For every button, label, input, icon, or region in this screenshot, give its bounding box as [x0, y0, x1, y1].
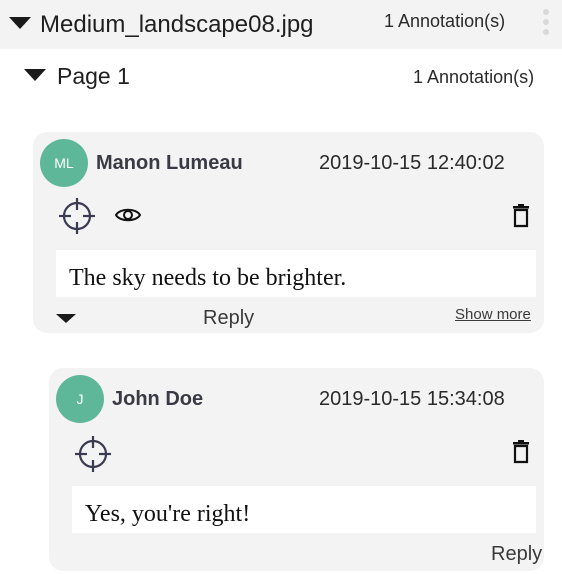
file-name: Medium_landscape08.jpg — [40, 11, 314, 38]
author-name: Manon Lumeau — [96, 152, 243, 174]
reply-button[interactable]: Reply — [203, 306, 254, 330]
trash-icon[interactable] — [512, 440, 530, 464]
reply-button[interactable]: Reply — [491, 542, 542, 566]
reply-card[interactable]: J John Doe 2019-10-15 15:34:08 Yes, you'… — [49, 368, 544, 571]
avatar: ML — [40, 139, 88, 187]
timestamp: 2019-10-15 15:34:08 — [319, 388, 505, 410]
chevron-down-icon[interactable] — [56, 314, 76, 323]
chevron-down-icon[interactable] — [9, 17, 31, 29]
annotation-card[interactable]: ML Manon Lumeau 2019-10-15 12:40:02 The … — [33, 132, 544, 333]
file-annotation-count: 1 Annotation(s) — [384, 11, 506, 31]
eye-icon[interactable] — [115, 206, 141, 224]
comment-body: The sky needs to be brighter. — [69, 265, 347, 291]
chevron-down-icon[interactable] — [24, 69, 46, 81]
page-label[interactable]: Page 1 — [57, 62, 130, 90]
file-header[interactable]: Medium_landscape08.jpg 1 Annotation(s) — [0, 0, 562, 49]
more-options-icon[interactable] — [540, 9, 552, 41]
page-annotation-count: 1 Annotation(s) — [413, 67, 535, 87]
comment-body: Yes, you're right! — [85, 501, 251, 527]
crosshair-icon[interactable] — [58, 197, 96, 235]
trash-icon[interactable] — [512, 204, 530, 228]
comment-text: The sky needs to be brighter. — [56, 250, 536, 297]
author-name: John Doe — [112, 388, 204, 410]
avatar: J — [56, 375, 104, 423]
show-more-link[interactable]: Show more — [455, 306, 531, 324]
crosshair-icon[interactable] — [74, 435, 112, 473]
timestamp: 2019-10-15 12:40:02 — [319, 152, 505, 174]
comment-text: Yes, you're right! — [72, 486, 536, 533]
